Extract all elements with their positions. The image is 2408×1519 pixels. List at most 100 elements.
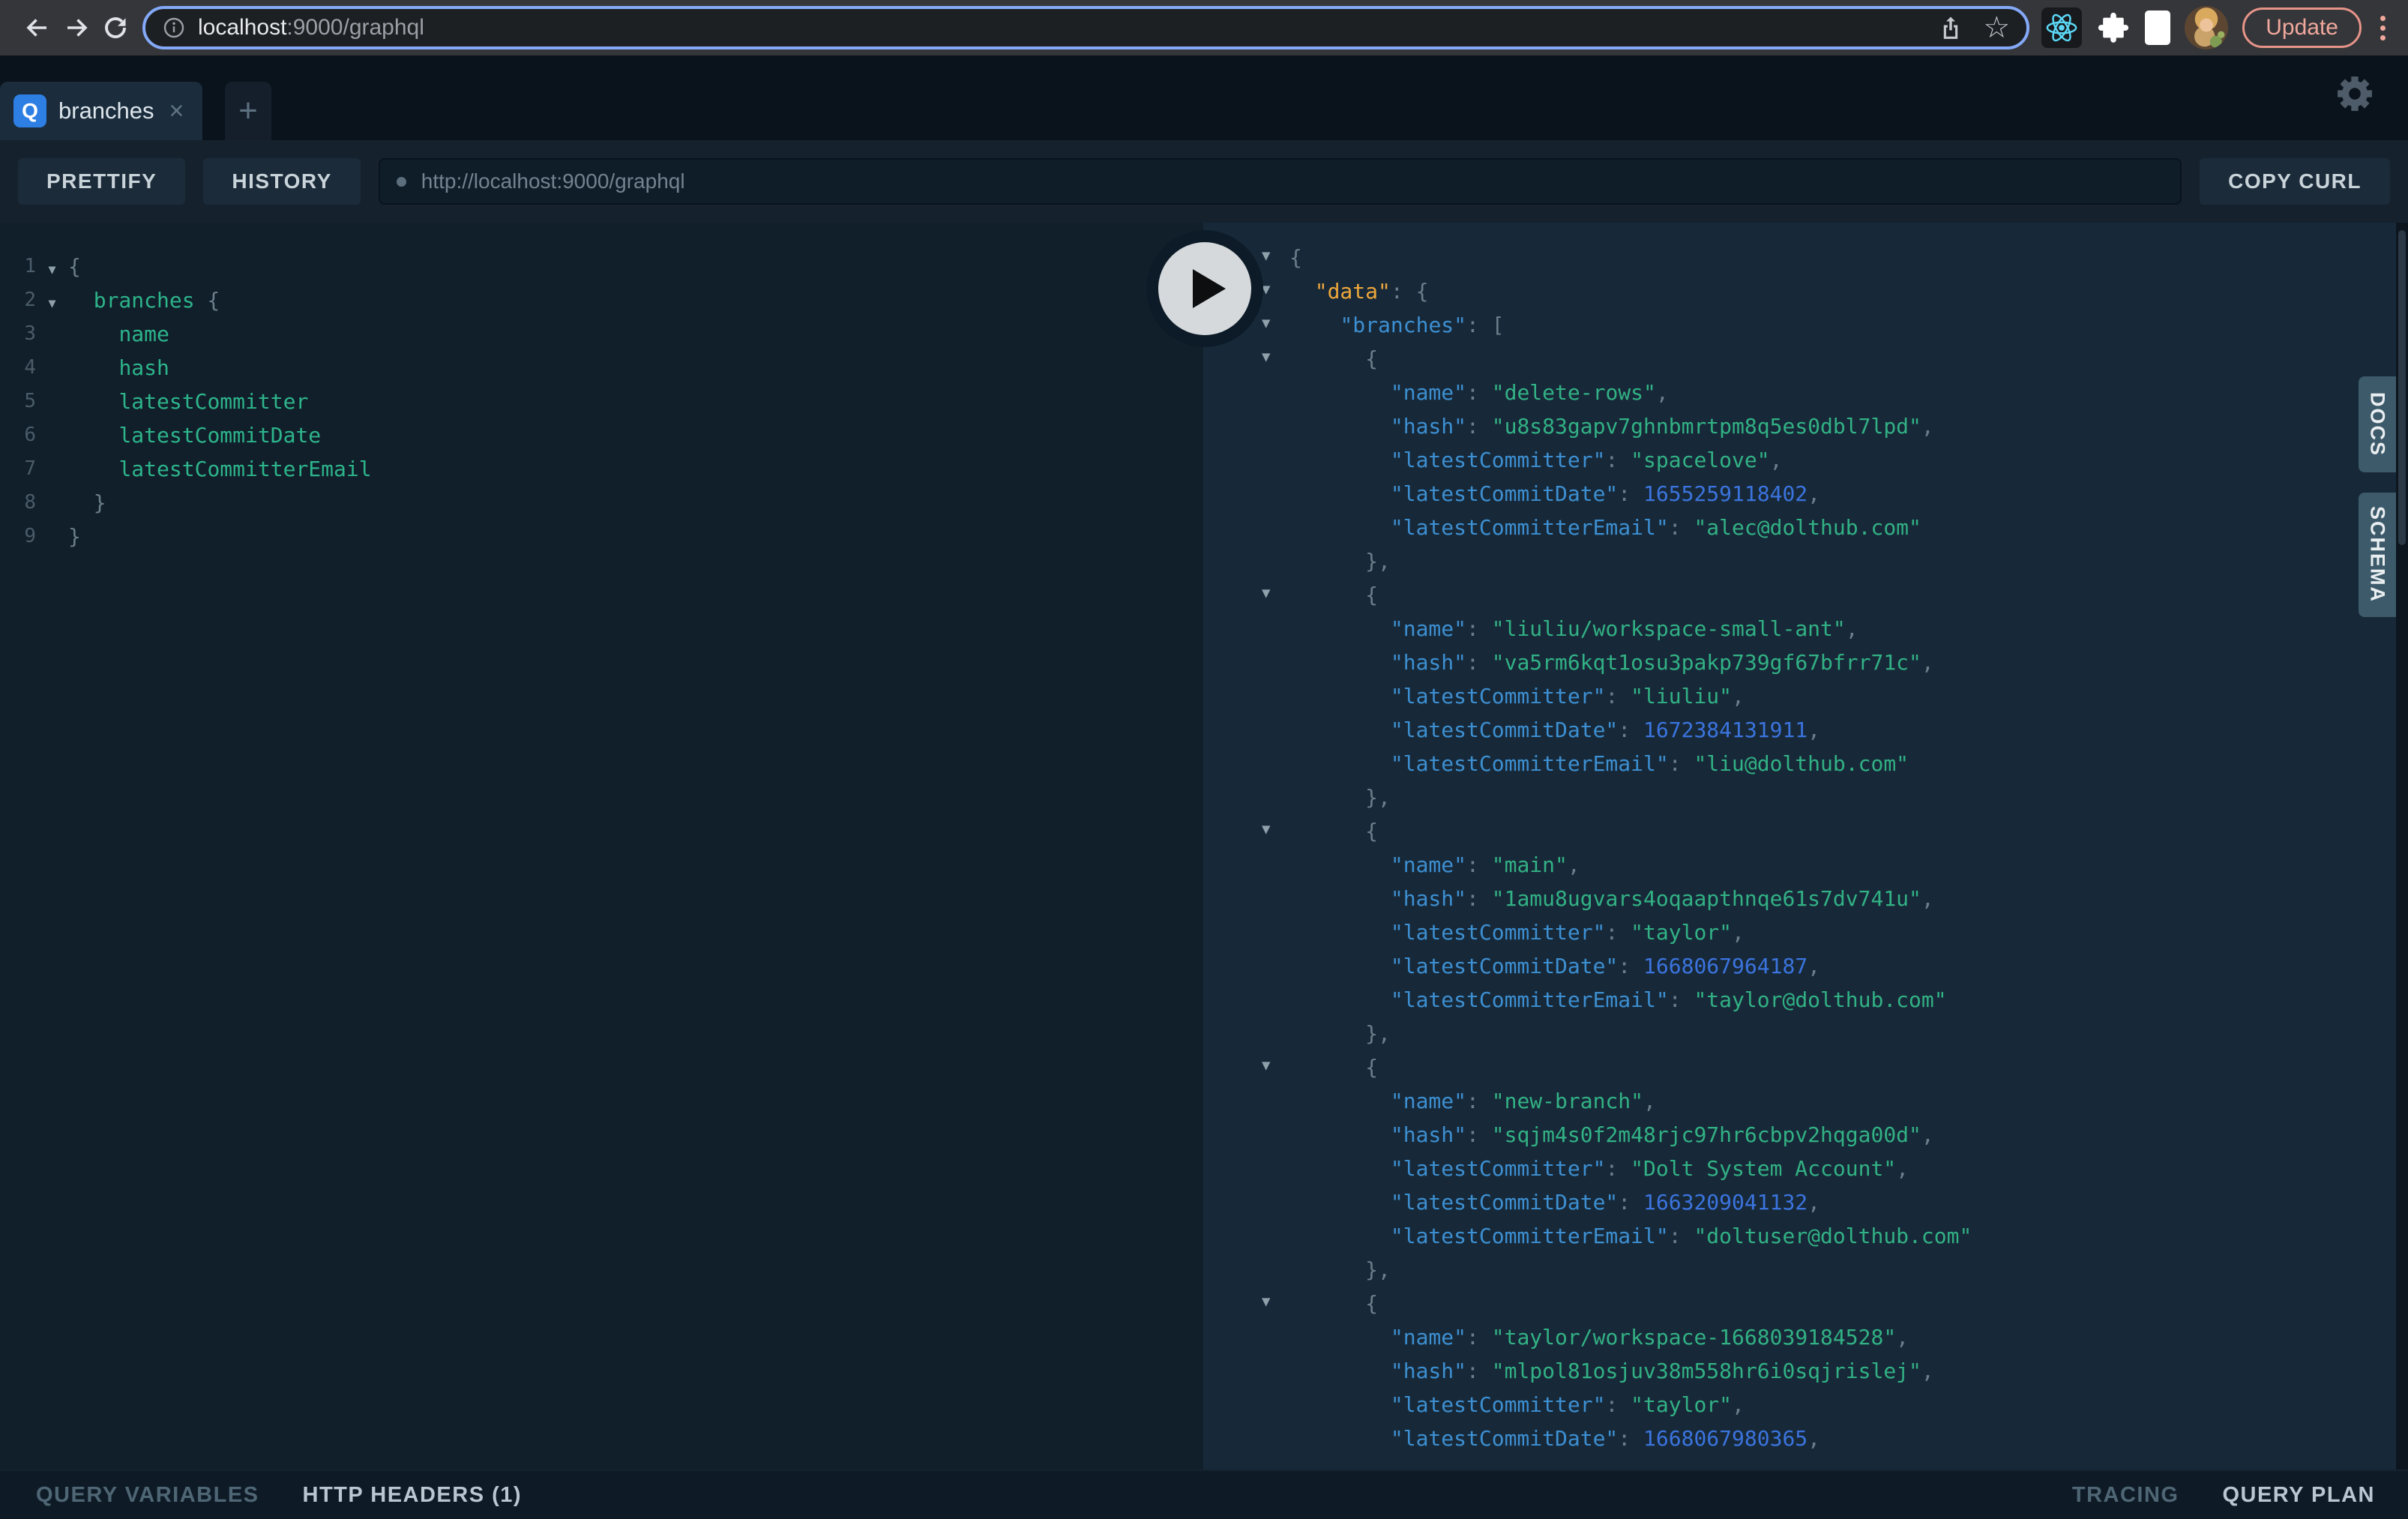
new-tab-button[interactable]: + — [225, 82, 271, 140]
query-type-badge: Q — [13, 94, 46, 127]
scrollbar-thumb[interactable] — [2398, 230, 2406, 545]
response-line: ▼ "branches": [ — [1203, 308, 2408, 342]
response-line: ▼ { — [1203, 1287, 2408, 1320]
prettify-button[interactable]: PRETTIFY — [18, 158, 185, 205]
http-headers-toggle[interactable]: HTTP HEADERS (1) — [303, 1483, 523, 1508]
profile-avatar[interactable] — [2185, 6, 2228, 49]
url-text[interactable]: localhost:9000/graphql — [198, 15, 1938, 40]
copy-curl-button[interactable]: COPY CURL — [2200, 158, 2390, 205]
site-info-icon[interactable] — [162, 16, 186, 40]
response-line: "latestCommitter": "taylor", — [1203, 915, 2408, 949]
tracing-toggle[interactable]: TRACING — [2072, 1483, 2179, 1508]
fold-arrow-icon[interactable]: ▼ — [1262, 577, 1270, 610]
editor-line: 5 latestCommitter — [0, 385, 1203, 418]
query-variables-toggle[interactable]: QUERY VARIABLES — [36, 1483, 259, 1508]
editor-line: 8 } — [0, 486, 1203, 520]
editor-line: 7 latestCommitterEmail — [0, 452, 1203, 486]
playground-tabbar: Q branches × + — [0, 55, 2408, 140]
response-line: "name": "delete-rows", — [1203, 376, 2408, 409]
response-line: "latestCommitterEmail": "doltuser@dolthu… — [1203, 1219, 2408, 1253]
query-plan-toggle[interactable]: QUERY PLAN — [2222, 1483, 2375, 1508]
tab-close-icon[interactable]: × — [169, 98, 184, 124]
fold-arrow-icon[interactable]: ▼ — [48, 296, 55, 311]
line-number: 3 — [0, 317, 36, 351]
response-line: "hash": "va5rm6kqt1osu3pakp739gf67bfrr71… — [1203, 646, 2408, 679]
main-area: 1▼{2▼ branches {3 name4 hash5 latestComm… — [0, 223, 2408, 1470]
response-line: "latestCommitter": "taylor", — [1203, 1388, 2408, 1422]
line-number: 8 — [0, 486, 36, 520]
line-number: 9 — [0, 520, 36, 553]
browser-menu-kebab-icon[interactable] — [2376, 13, 2390, 43]
response-line: ▼ { — [1203, 1050, 2408, 1084]
response-line: }, — [1203, 780, 2408, 814]
response-line: "hash": "sqjm4s0f2m48rjc97hr6cbpv2hqga00… — [1203, 1118, 2408, 1152]
reload-icon — [102, 14, 129, 41]
session-toolbar: PRETTIFY HISTORY http://localhost:9000/g… — [0, 140, 2408, 223]
response-line: ▼ { — [1203, 342, 2408, 376]
schema-side-tab[interactable]: SCHEMA — [2359, 493, 2396, 617]
editor-line: 6 latestCommitDate — [0, 418, 1203, 452]
line-number: 2 — [0, 283, 36, 317]
line-number: 4 — [0, 351, 36, 385]
response-line: }, — [1203, 1253, 2408, 1287]
editor-line: 4 hash — [0, 351, 1203, 385]
editor-line: 1▼{ — [0, 250, 1203, 283]
share-icon[interactable] — [1938, 15, 1963, 40]
back-icon — [24, 14, 51, 41]
response-line: ▼ { — [1203, 578, 2408, 612]
editor-line: 9} — [0, 520, 1203, 553]
docs-side-tab[interactable]: DOCS — [2359, 376, 2396, 472]
back-button[interactable] — [18, 8, 57, 47]
update-button[interactable]: Update — [2242, 7, 2362, 48]
forward-button[interactable] — [57, 8, 96, 47]
response-line: "latestCommitDate": 1672384131911, — [1203, 713, 2408, 747]
query-editor[interactable]: 1▼{2▼ branches {3 name4 hash5 latestComm… — [0, 223, 1203, 1470]
response-line: "name": "main", — [1203, 848, 2408, 882]
response-line: "latestCommitterEmail": "taylor@dolthub.… — [1203, 983, 2408, 1017]
browser-toolbar: localhost:9000/graphql ☆ Update — [0, 0, 2408, 55]
response-line: "latestCommitDate": 1668067964187, — [1203, 949, 2408, 983]
response-line: ▼{ — [1203, 241, 2408, 274]
tab-branches[interactable]: Q branches × — [0, 82, 202, 140]
endpoint-input[interactable]: http://localhost:9000/graphql — [379, 158, 2182, 205]
response-line: "name": "liuliu/workspace-small-ant", — [1203, 612, 2408, 646]
scrollbar[interactable] — [2396, 223, 2408, 1470]
fold-arrow-icon[interactable]: ▼ — [1262, 340, 1270, 374]
fold-arrow-icon[interactable]: ▼ — [1262, 239, 1270, 273]
line-number: 6 — [0, 418, 36, 452]
side-panel-icon[interactable] — [2145, 10, 2170, 45]
endpoint-status-dot — [397, 177, 406, 187]
line-number: 5 — [0, 385, 36, 418]
bottom-bar: QUERY VARIABLES HTTP HEADERS (1) TRACING… — [0, 1470, 2408, 1519]
reload-button[interactable] — [96, 8, 135, 47]
settings-gear-icon[interactable] — [2336, 75, 2374, 116]
response-line: "hash": "1amu8ugvars4oqaapthnqe61s7dv741… — [1203, 882, 2408, 915]
endpoint-url-text: http://localhost:9000/graphql — [421, 169, 685, 193]
address-bar[interactable]: localhost:9000/graphql ☆ — [142, 6, 2029, 49]
fold-arrow-icon[interactable]: ▼ — [1262, 1285, 1270, 1319]
fold-arrow-icon[interactable]: ▼ — [1262, 1049, 1270, 1083]
response-line: "latestCommitDate": 1655259118402, — [1203, 477, 2408, 511]
tab-title: branches — [58, 97, 154, 124]
fold-arrow-icon[interactable]: ▼ — [1262, 307, 1270, 340]
line-number: 1 — [0, 250, 36, 283]
fold-arrow-icon[interactable]: ▼ — [48, 262, 55, 277]
line-number: 7 — [0, 452, 36, 486]
editor-line: 3 name — [0, 317, 1203, 351]
react-devtools-icon[interactable] — [2041, 7, 2082, 48]
response-line: "hash": "u8s83gapv7ghnbmrtpm8q5es0dbl7lp… — [1203, 409, 2408, 443]
response-lines: ▼{▼ "data": {▼ "branches": [▼ { "name": … — [1203, 241, 2408, 1455]
response-line: "name": "new-branch", — [1203, 1084, 2408, 1118]
response-line: "name": "taylor/workspace-1668039184528"… — [1203, 1320, 2408, 1354]
response-line: "latestCommitter": "Dolt System Account"… — [1203, 1152, 2408, 1185]
fold-arrow-icon[interactable]: ▼ — [1262, 813, 1270, 846]
execute-button[interactable] — [1146, 230, 1263, 347]
extensions-puzzle-icon[interactable] — [2096, 10, 2131, 45]
bookmark-star-icon[interactable]: ☆ — [1983, 13, 2010, 43]
browser-actions: Update — [2041, 6, 2390, 49]
history-button[interactable]: HISTORY — [203, 158, 360, 205]
response-viewer: ▼{▼ "data": {▼ "branches": [▼ { "name": … — [1203, 223, 2408, 1470]
editor-line: 2▼ branches { — [0, 283, 1203, 317]
query-editor-lines: 1▼{2▼ branches {3 name4 hash5 latestComm… — [0, 250, 1203, 553]
response-line: "latestCommitter": "spacelove", — [1203, 443, 2408, 477]
